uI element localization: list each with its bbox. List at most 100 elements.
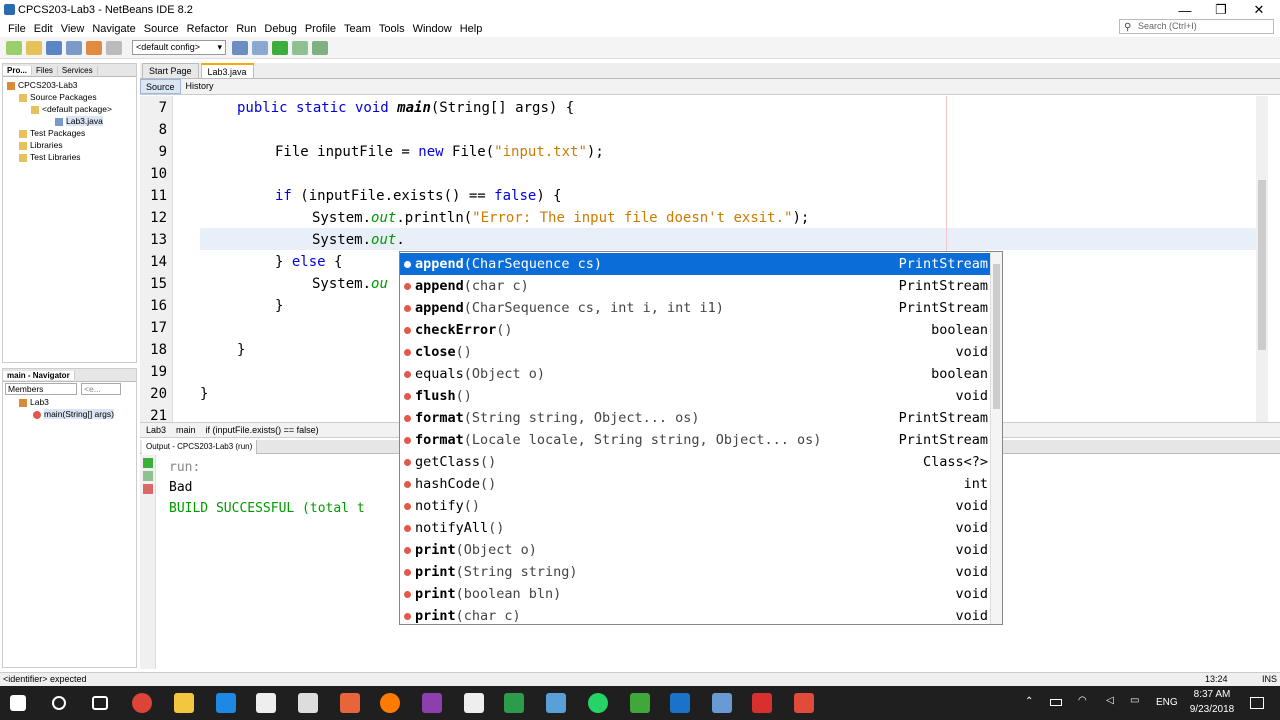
store-icon[interactable]	[256, 693, 276, 713]
completion-item[interactable]: append(CharSequence cs, int i, int i1) Pr…	[400, 297, 990, 319]
tab-lab3-java[interactable]: Lab3.java	[200, 63, 254, 78]
clock-time[interactable]: 8:37 AM	[1190, 689, 1234, 700]
menu-edit[interactable]: Edit	[34, 23, 53, 35]
undo-icon[interactable]	[86, 40, 102, 55]
search-icon[interactable]	[52, 696, 66, 710]
mail-icon[interactable]	[298, 693, 318, 713]
completion-scrollbar[interactable]	[990, 252, 1002, 624]
crumb-if[interactable]: if (inputFile.exists() == false)	[206, 425, 319, 435]
completion-item[interactable]: format(String string, Object... os) Print…	[400, 407, 990, 429]
restore-button[interactable]: ❐	[1202, 0, 1240, 20]
tree-project[interactable]: CPCS203-Lab3	[3, 79, 136, 91]
close-button[interactable]: ✕	[1240, 0, 1278, 20]
members-select[interactable]: Members	[5, 383, 77, 395]
completion-scroll-thumb[interactable]	[993, 264, 1000, 409]
app-icon-4[interactable]	[630, 693, 650, 713]
menu-file[interactable]: File	[8, 23, 26, 35]
clean-build-icon[interactable]	[252, 40, 268, 55]
calculator-icon[interactable]	[464, 693, 484, 713]
completion-item[interactable]: checkError() boolean	[400, 319, 990, 341]
tree-source-packages[interactable]: Source Packages	[3, 91, 136, 103]
language-indicator[interactable]: ENG	[1156, 697, 1178, 708]
completion-item[interactable]: print(Object o) void	[400, 539, 990, 561]
menu-source[interactable]: Source	[144, 23, 179, 35]
new-project-icon[interactable]	[26, 40, 42, 55]
menu-navigate[interactable]: Navigate	[92, 23, 135, 35]
menu-help[interactable]: Help	[460, 23, 483, 35]
open-project-icon[interactable]	[46, 40, 62, 55]
menu-debug[interactable]: Debug	[264, 23, 296, 35]
completion-item[interactable]: notifyAll() void	[400, 517, 990, 539]
battery-icon[interactable]	[1050, 699, 1062, 706]
completion-item[interactable]: append(CharSequence cs) PrintStream	[400, 253, 990, 275]
chrome-icon[interactable]	[132, 693, 152, 713]
file-explorer-icon[interactable]	[174, 693, 194, 713]
output-tab[interactable]: Output - CPCS203-Lab3 (run)	[142, 440, 258, 454]
menu-refactor[interactable]: Refactor	[187, 23, 229, 35]
completion-item[interactable]: format(Locale locale, String string, Obj…	[400, 429, 990, 451]
completion-item[interactable]: getClass() Class<?>	[400, 451, 990, 473]
build-icon[interactable]	[232, 40, 248, 55]
completion-item[interactable]: flush() void	[400, 385, 990, 407]
app-icon-1[interactable]	[340, 693, 360, 713]
rerun-params-icon[interactable]	[143, 471, 153, 481]
app-icon-6[interactable]	[794, 693, 814, 713]
tab-services[interactable]: Services	[58, 65, 98, 75]
menu-profile[interactable]: Profile	[305, 23, 336, 35]
navigator-filter-input[interactable]: <e...	[81, 383, 121, 395]
menu-window[interactable]: Window	[413, 23, 452, 35]
tab-files[interactable]: Files	[32, 65, 58, 75]
app-icon-2[interactable]	[504, 693, 524, 713]
tab-projects[interactable]: Pro...	[3, 65, 33, 75]
task-view-icon[interactable]	[92, 696, 108, 710]
tree-test-libraries[interactable]: Test Libraries	[3, 151, 136, 163]
tree-test-packages[interactable]: Test Packages	[3, 127, 136, 139]
tree-lab3-java[interactable]: Lab3.java	[3, 115, 136, 127]
stop-icon[interactable]	[143, 484, 153, 494]
app-icon-5[interactable]	[670, 693, 690, 713]
keyboard-icon[interactable]: ▭	[1130, 695, 1139, 706]
source-tab[interactable]: Source	[140, 79, 181, 94]
run-icon[interactable]	[272, 40, 288, 55]
tree-libraries[interactable]: Libraries	[3, 139, 136, 151]
completion-item[interactable]: print(String string) void	[400, 561, 990, 583]
start-icon[interactable]	[10, 695, 26, 711]
completion-item[interactable]: close() void	[400, 341, 990, 363]
completion-item[interactable]: notify() void	[400, 495, 990, 517]
scroll-thumb[interactable]	[1258, 180, 1266, 350]
minimize-button[interactable]: —	[1166, 0, 1204, 20]
clock-date[interactable]: 9/23/2018	[1186, 704, 1238, 715]
volume-icon[interactable]: ◁	[1106, 695, 1114, 706]
photoshop-icon[interactable]	[422, 693, 442, 713]
menu-tools[interactable]: Tools	[379, 23, 405, 35]
firefox-icon[interactable]	[380, 693, 400, 713]
tab-start-page[interactable]: Start Page	[142, 63, 199, 78]
menu-view[interactable]: View	[61, 23, 85, 35]
netbeans-taskbar-icon[interactable]	[712, 693, 732, 713]
history-tab[interactable]: History	[181, 79, 219, 94]
acrobat-icon[interactable]	[752, 693, 772, 713]
whatsapp-icon[interactable]	[588, 693, 608, 713]
completion-item[interactable]: equals(Object o) boolean	[400, 363, 990, 385]
profile-icon[interactable]	[312, 40, 328, 55]
debug-icon[interactable]	[292, 40, 308, 55]
crumb-method[interactable]: main	[176, 425, 196, 435]
tray-chevron-icon[interactable]: ⌃	[1025, 696, 1033, 707]
notification-icon[interactable]	[1250, 697, 1264, 709]
menu-run[interactable]: Run	[236, 23, 256, 35]
search-input[interactable]: ⚲ Search (Ctrl+I)	[1119, 19, 1274, 34]
save-all-icon[interactable]	[66, 40, 82, 55]
completion-item[interactable]: print(char c) void	[400, 605, 990, 624]
redo-icon[interactable]	[106, 40, 122, 55]
navigator-title[interactable]: main - Navigator	[3, 370, 75, 380]
network-icon[interactable]: ◠	[1078, 695, 1087, 706]
crumb-class[interactable]: Lab3	[146, 425, 166, 435]
tree-default-package[interactable]: <default package>	[3, 103, 136, 115]
rerun-icon[interactable]	[143, 458, 153, 468]
new-file-icon[interactable]	[6, 40, 22, 55]
completion-item[interactable]: hashCode() int	[400, 473, 990, 495]
completion-item[interactable]: print(boolean bln) void	[400, 583, 990, 605]
completion-item[interactable]: append(char c) PrintStream	[400, 275, 990, 297]
code-completion-popup[interactable]: append(CharSequence cs) PrintStream append…	[399, 251, 1003, 625]
menu-team[interactable]: Team	[344, 23, 371, 35]
